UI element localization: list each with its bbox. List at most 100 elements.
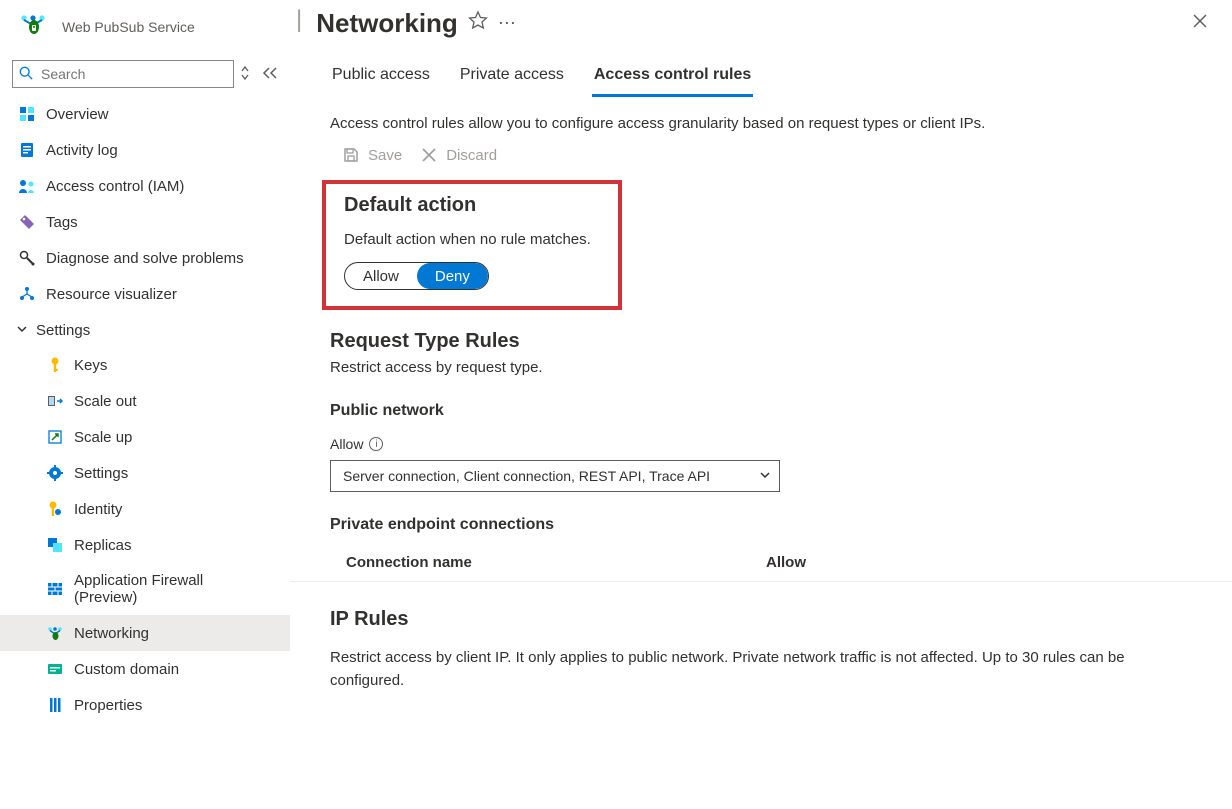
nav-label: Networking bbox=[74, 625, 149, 642]
scale-out-icon bbox=[46, 392, 64, 410]
sidebar-item-activity-log[interactable]: Activity log bbox=[0, 132, 290, 168]
custom-domain-icon bbox=[46, 660, 64, 678]
diagnose-icon bbox=[18, 249, 36, 267]
sidebar-item-custom-domain[interactable]: Custom domain bbox=[0, 651, 290, 687]
search-icon bbox=[19, 66, 33, 83]
favorite-star-icon[interactable] bbox=[468, 10, 488, 36]
properties-icon bbox=[46, 696, 64, 714]
save-icon bbox=[342, 146, 360, 164]
activity-log-icon bbox=[18, 141, 36, 159]
search-updown-icon[interactable] bbox=[240, 65, 250, 84]
sidebar-item-tags[interactable]: Tags bbox=[0, 204, 290, 240]
toggle-allow[interactable]: Allow bbox=[345, 263, 417, 289]
save-button[interactable]: Save bbox=[342, 146, 402, 164]
nav-label: Tags bbox=[46, 214, 78, 231]
default-action-desc: Default action when no rule matches. bbox=[344, 225, 606, 262]
nav-label: Activity log bbox=[46, 142, 118, 159]
sidebar-item-properties[interactable]: Properties bbox=[0, 687, 290, 723]
blade-header: | Networking ⋯ bbox=[290, 0, 1232, 50]
overview-icon bbox=[18, 105, 36, 123]
replicas-icon bbox=[46, 536, 64, 554]
nav-label: Scale out bbox=[74, 393, 137, 410]
sidebar-item-access-control[interactable]: Access control (IAM) bbox=[0, 168, 290, 204]
blade-divider: | bbox=[296, 6, 306, 40]
nav-label: Diagnose and solve problems bbox=[46, 250, 244, 267]
sidebar-item-replicas[interactable]: Replicas bbox=[0, 527, 290, 563]
tags-icon bbox=[18, 213, 36, 231]
private-endpoints-table-header: Connection name Allow bbox=[290, 538, 1232, 582]
sidebar-search-input[interactable] bbox=[39, 65, 227, 83]
col-connection-name: Connection name bbox=[346, 554, 766, 571]
private-endpoints-heading: Private endpoint connections bbox=[290, 502, 1232, 538]
chevron-down-icon bbox=[759, 469, 771, 484]
col-allow: Allow bbox=[766, 554, 1192, 571]
tab-public-access[interactable]: Public access bbox=[330, 60, 432, 97]
info-icon[interactable]: i bbox=[369, 437, 383, 451]
sidebar-item-resource-visualizer[interactable]: Resource visualizer bbox=[0, 276, 290, 312]
gear-icon bbox=[46, 464, 64, 482]
resource-visualizer-icon bbox=[18, 285, 36, 303]
default-action-toggle[interactable]: Allow Deny bbox=[344, 262, 489, 290]
collapse-sidebar-icon[interactable] bbox=[256, 66, 284, 83]
tab-private-access[interactable]: Private access bbox=[458, 60, 566, 97]
sidebar-search[interactable] bbox=[12, 60, 234, 88]
close-blade-button[interactable] bbox=[1184, 8, 1216, 39]
nav-label: Access control (IAM) bbox=[46, 178, 184, 195]
request-type-rules-desc: Restrict access by request type. bbox=[290, 359, 1232, 388]
command-bar: Save Discard bbox=[290, 140, 1232, 174]
discard-icon bbox=[420, 146, 438, 164]
discard-button[interactable]: Discard bbox=[420, 146, 497, 164]
save-label: Save bbox=[368, 147, 402, 164]
sidebar-item-scale-out[interactable]: Scale out bbox=[0, 383, 290, 419]
sidebar-item-settings[interactable]: Settings bbox=[0, 455, 290, 491]
sidebar: Web PubSub Service bbox=[0, 0, 290, 809]
iam-icon bbox=[18, 177, 36, 195]
sidebar-item-scale-up[interactable]: Scale up bbox=[0, 419, 290, 455]
sidebar-group-settings[interactable]: Settings bbox=[0, 312, 290, 347]
sidebar-item-keys[interactable]: Keys bbox=[0, 347, 290, 383]
networking-icon bbox=[46, 624, 64, 642]
tab-description: Access control rules allow you to config… bbox=[290, 97, 1232, 140]
nav-label: Scale up bbox=[74, 429, 132, 446]
nav-label: Identity bbox=[74, 501, 122, 518]
public-network-heading: Public network bbox=[290, 388, 1232, 424]
webpubsub-service-icon bbox=[14, 8, 52, 46]
ip-rules-desc: Restrict access by client IP. It only ap… bbox=[290, 637, 1170, 702]
nav-label: Replicas bbox=[74, 537, 132, 554]
blade-tabs: Public access Private access Access cont… bbox=[290, 50, 1232, 97]
blade-title: Networking bbox=[316, 8, 458, 39]
sidebar-nav: Overview Activity log Access control (IA… bbox=[0, 96, 290, 809]
discard-label: Discard bbox=[446, 147, 497, 164]
resource-header: Web PubSub Service bbox=[0, 0, 290, 60]
scale-up-icon bbox=[46, 428, 64, 446]
blade-content: | Networking ⋯ Public access Private acc… bbox=[290, 0, 1232, 809]
firewall-icon bbox=[46, 580, 64, 598]
resource-service-name: Web PubSub Service bbox=[62, 19, 195, 35]
allow-request-types-dropdown[interactable]: Server connection, Client connection, RE… bbox=[330, 460, 780, 492]
keys-icon bbox=[46, 356, 64, 374]
default-action-title: Default action bbox=[344, 194, 606, 225]
request-type-rules-title: Request Type Rules bbox=[290, 320, 1232, 359]
chevron-down-icon bbox=[16, 323, 28, 338]
sidebar-item-identity[interactable]: Identity bbox=[0, 491, 290, 527]
sidebar-item-diagnose[interactable]: Diagnose and solve problems bbox=[0, 240, 290, 276]
nav-label: Custom domain bbox=[74, 661, 179, 678]
nav-label: Properties bbox=[74, 697, 142, 714]
group-label: Settings bbox=[36, 322, 90, 339]
tab-access-control-rules[interactable]: Access control rules bbox=[592, 60, 753, 97]
nav-label: Keys bbox=[74, 357, 107, 374]
identity-icon bbox=[46, 500, 64, 518]
nav-label: Resource visualizer bbox=[46, 286, 177, 303]
nav-label: Settings bbox=[74, 465, 128, 482]
sidebar-item-overview[interactable]: Overview bbox=[0, 96, 290, 132]
default-action-section: Default action Default action when no ru… bbox=[322, 180, 622, 310]
more-actions-icon[interactable]: ⋯ bbox=[498, 13, 516, 34]
allow-label: Allow bbox=[330, 436, 363, 452]
sidebar-item-app-firewall[interactable]: Application Firewall (Preview) bbox=[0, 563, 290, 615]
toggle-deny[interactable]: Deny bbox=[417, 263, 488, 289]
ip-rules-title: IP Rules bbox=[290, 582, 1232, 637]
nav-label: Overview bbox=[46, 106, 109, 123]
dropdown-value: Server connection, Client connection, RE… bbox=[343, 468, 710, 484]
sidebar-item-networking[interactable]: Networking bbox=[0, 615, 290, 651]
nav-label: Application Firewall (Preview) bbox=[74, 572, 244, 606]
